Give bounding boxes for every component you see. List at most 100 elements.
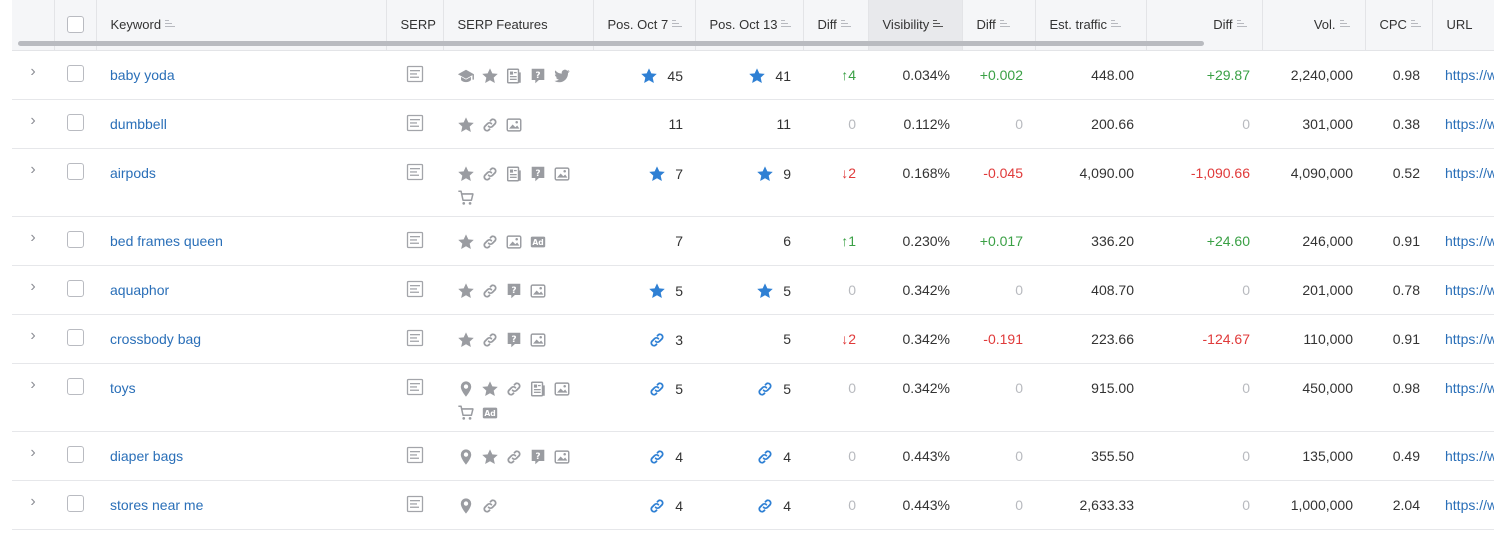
row-checkbox[interactable] [66, 230, 84, 248]
svg-text:Ad: Ad [484, 409, 495, 418]
table-row: › airpods? 7 9 ↓2 0.168% -0.045 4,090.00 -1,090.… [12, 148, 1494, 216]
serp-snapshot-icon[interactable] [406, 114, 424, 135]
keyword-link[interactable]: toys [96, 363, 386, 431]
keyword-link[interactable]: diaper bags [96, 431, 386, 480]
est-traffic-value: 355.50 [1091, 447, 1134, 464]
chevron-right-icon[interactable]: › [30, 493, 35, 511]
chevron-right-icon[interactable]: › [30, 444, 35, 462]
serp-snapshot-icon[interactable] [406, 65, 424, 86]
chevron-right-icon[interactable]: › [30, 63, 35, 81]
url-link[interactable]: https://w [1432, 480, 1494, 529]
row-checkbox[interactable] [66, 377, 84, 395]
sort-icon[interactable] [1236, 20, 1248, 30]
pin-icon [457, 497, 475, 515]
traffic-diff-value: 0 [1242, 281, 1250, 298]
url-link[interactable]: https://w [1432, 314, 1494, 363]
serp-cell [386, 363, 443, 431]
position-oct13-value: 11 [776, 115, 791, 132]
keyword-link[interactable]: airpods [96, 148, 386, 216]
sort-icon[interactable] [1410, 20, 1422, 30]
est-traffic-value: 223.66 [1091, 330, 1134, 347]
url-link[interactable]: https://w [1432, 265, 1494, 314]
position-oct13-value: 5 [783, 282, 791, 299]
serp-snapshot-icon[interactable] [406, 163, 424, 184]
header-visibility-label: Visibility [882, 17, 930, 33]
header-cpc[interactable]: CPC [1365, 0, 1433, 51]
chevron-right-icon[interactable]: › [30, 278, 35, 296]
sort-icon[interactable] [672, 20, 683, 30]
position-oct13-value: 5 [783, 380, 791, 397]
traffic-diff-value: -124.67 [1202, 330, 1250, 347]
serp-snapshot-icon[interactable] [406, 280, 424, 301]
row-checkbox[interactable] [66, 113, 84, 131]
chevron-right-icon[interactable]: › [30, 327, 35, 345]
sort-icon[interactable] [1111, 20, 1122, 30]
star-icon [457, 233, 475, 251]
url-link[interactable]: https://w [1432, 216, 1494, 265]
position-oct13: 4 [695, 480, 803, 529]
url-link[interactable]: https://w [1432, 50, 1494, 99]
serp-snapshot-icon[interactable] [406, 495, 424, 516]
diff-value: 0 [848, 447, 856, 464]
keyword-link[interactable]: crossbody bag [96, 314, 386, 363]
serp-snapshot-icon[interactable] [406, 231, 424, 252]
sort-icon[interactable] [1339, 20, 1351, 30]
url-link[interactable]: https://w [1432, 99, 1494, 148]
chevron-right-icon[interactable]: › [30, 376, 35, 394]
keyword-link[interactable]: bed frames queen [96, 216, 386, 265]
row-checkbox[interactable] [66, 162, 84, 180]
position-oct13: 4 [695, 431, 803, 480]
link-icon [481, 331, 499, 349]
keyword-link[interactable]: dumbbell [96, 99, 386, 148]
horizontal-scrollbar[interactable] [18, 41, 1204, 46]
serp-snapshot-icon[interactable] [406, 378, 424, 399]
url-link[interactable]: https://w [1432, 363, 1494, 431]
expand-cell: › [12, 431, 54, 480]
keyword-link[interactable]: stores near me [96, 480, 386, 529]
url-link[interactable]: https://w [1432, 431, 1494, 480]
serp-snapshot-icon[interactable] [406, 446, 424, 467]
question-icon: ? [505, 282, 523, 300]
serp-cell [386, 216, 443, 265]
keyword-link[interactable]: baby yoda [96, 50, 386, 99]
keyword-link[interactable]: aquaphor [96, 265, 386, 314]
header-volume[interactable]: Vol. [1262, 0, 1366, 51]
row-checkbox[interactable] [66, 279, 84, 297]
sort-icon[interactable] [165, 20, 176, 30]
sort-icon[interactable] [999, 20, 1011, 30]
sort-icon[interactable] [840, 20, 852, 30]
url-link[interactable]: https://w [1432, 148, 1494, 216]
expand-cell: › [12, 216, 54, 265]
chevron-right-icon[interactable]: › [30, 161, 35, 179]
row-checkbox[interactable] [66, 445, 84, 463]
row-checkbox[interactable] [66, 328, 84, 346]
serp-cell [386, 265, 443, 314]
serp-features-cell: ? [443, 265, 593, 314]
select-cell [54, 363, 96, 431]
volume-value: 135,000 [1302, 447, 1353, 464]
link-icon [481, 116, 499, 134]
position-diff: 0 [803, 265, 868, 314]
expand-cell: › [12, 314, 54, 363]
image-icon [553, 165, 571, 183]
position-oct7: 3 [593, 314, 695, 363]
serp-cell [386, 99, 443, 148]
row-checkbox[interactable] [66, 64, 84, 82]
serp-snapshot-icon[interactable] [406, 329, 424, 350]
traffic-diff-value: -1,090.66 [1190, 164, 1250, 181]
sort-active-icon[interactable] [933, 20, 944, 30]
chevron-right-icon[interactable]: › [30, 229, 35, 247]
position-diff: 0 [803, 480, 868, 529]
serp-features-cell: Ad [443, 216, 593, 265]
est-traffic-value: 408.70 [1091, 281, 1134, 298]
sort-icon[interactable] [781, 20, 792, 30]
diff-value: 0 [848, 115, 856, 132]
select-cell [54, 265, 96, 314]
chevron-right-icon[interactable]: › [30, 112, 35, 130]
cpc-value: 0.78 [1392, 281, 1420, 298]
visibility-value: 0.342% [902, 281, 950, 298]
featured-star-icon [756, 282, 774, 300]
row-checkbox[interactable] [66, 494, 84, 512]
select-all-checkbox[interactable] [66, 16, 84, 34]
visibility-diff-value: +0.017 [979, 232, 1023, 249]
